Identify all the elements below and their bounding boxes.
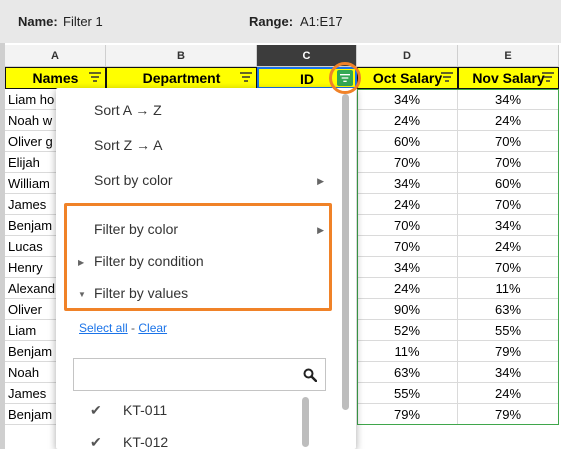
- filter-icon[interactable]: [89, 72, 101, 82]
- header-label: Nov Salary: [472, 70, 545, 86]
- filter-range-value[interactable]: A1:E17: [300, 14, 343, 29]
- filter-icon[interactable]: [441, 72, 453, 82]
- value-item-label[interactable]: KT-012: [123, 434, 168, 449]
- nov-salary-cell[interactable]: 70%: [458, 257, 559, 278]
- oct-salary-cell[interactable]: 34%: [357, 173, 458, 194]
- value-item-label[interactable]: KT-011: [123, 402, 167, 418]
- oct-salary-cell[interactable]: 24%: [357, 194, 458, 215]
- header-cell-department[interactable]: Department: [106, 67, 257, 89]
- submenu-arrow-icon: ▶: [317, 176, 324, 186]
- filter-range-label: Range:: [249, 14, 294, 29]
- nov-salary-cell[interactable]: 70%: [458, 194, 559, 215]
- filter-name-value[interactable]: Filter 1: [63, 14, 103, 29]
- header-cell-nov-salary[interactable]: Nov Salary: [458, 67, 559, 89]
- nov-salary-cell[interactable]: 24%: [458, 110, 559, 131]
- link-separator: -: [127, 321, 139, 335]
- oct-salary-cell[interactable]: 70%: [357, 236, 458, 257]
- header-cell-names[interactable]: Names: [5, 67, 106, 89]
- column-header-b[interactable]: B: [106, 45, 257, 67]
- oct-salary-cell[interactable]: 24%: [357, 110, 458, 131]
- oct-salary-cell[interactable]: 70%: [357, 152, 458, 173]
- filter-view-bar: Name: Filter 1 Range: A1:E17: [0, 0, 561, 43]
- nov-salary-cell[interactable]: 34%: [458, 89, 559, 110]
- oct-salary-cell[interactable]: 63%: [357, 362, 458, 383]
- values-scrollbar-thumb[interactable]: [302, 397, 309, 447]
- nov-salary-cell[interactable]: 70%: [458, 131, 559, 152]
- oct-salary-cell[interactable]: 60%: [357, 131, 458, 152]
- search-icon: [303, 368, 317, 382]
- nov-salary-cell[interactable]: 70%: [458, 152, 559, 173]
- highlight-filter-button: [329, 62, 361, 94]
- nov-salary-cell[interactable]: 63%: [458, 299, 559, 320]
- nov-salary-cell[interactable]: 55%: [458, 320, 559, 341]
- oct-salary-cell[interactable]: 11%: [357, 341, 458, 362]
- oct-salary-cell[interactable]: 34%: [357, 89, 458, 110]
- oct-salary-cell[interactable]: 34%: [357, 257, 458, 278]
- nov-salary-cell[interactable]: 60%: [458, 173, 559, 194]
- highlight-filter-options: [64, 203, 332, 311]
- nov-salary-cell[interactable]: 24%: [458, 236, 559, 257]
- filter-name-label: Name:: [18, 14, 58, 29]
- oct-salary-cell[interactable]: 24%: [357, 278, 458, 299]
- oct-salary-cell[interactable]: 55%: [357, 383, 458, 404]
- filter-icon[interactable]: [240, 72, 252, 82]
- sort-a-z-item[interactable]: Sort A → Z: [94, 102, 162, 118]
- oct-salary-cell[interactable]: 90%: [357, 299, 458, 320]
- column-header-d[interactable]: D: [357, 45, 458, 67]
- header-label: Oct Salary: [372, 70, 443, 86]
- nov-salary-cell[interactable]: 24%: [458, 383, 559, 404]
- nov-salary-cell[interactable]: 11%: [458, 278, 559, 299]
- header-cell-oct-salary[interactable]: Oct Salary: [357, 67, 458, 89]
- clear-link[interactable]: Clear: [138, 321, 167, 335]
- header-label: Names: [32, 70, 79, 86]
- oct-salary-cell[interactable]: 70%: [357, 215, 458, 236]
- nov-salary-cell[interactable]: 79%: [458, 404, 559, 425]
- nov-salary-cell[interactable]: 79%: [458, 341, 559, 362]
- nov-salary-cell[interactable]: 34%: [458, 362, 559, 383]
- column-header-e[interactable]: E: [458, 45, 559, 67]
- filter-icon[interactable]: [542, 72, 554, 82]
- header-label: ID: [300, 71, 314, 87]
- sort-by-color-item[interactable]: Sort by color: [94, 172, 173, 188]
- nov-salary-cell[interactable]: 34%: [458, 215, 559, 236]
- select-clear-links: Select all - Clear: [79, 319, 167, 337]
- check-icon[interactable]: ✔: [90, 434, 102, 449]
- select-all-link[interactable]: Select all: [79, 321, 128, 335]
- header-label: Department: [142, 70, 221, 86]
- menu-scrollbar-thumb[interactable]: [342, 94, 349, 410]
- oct-salary-cell[interactable]: 79%: [357, 404, 458, 425]
- column-header-a[interactable]: A: [5, 45, 106, 67]
- check-icon[interactable]: ✔: [90, 402, 102, 419]
- oct-salary-cell[interactable]: 52%: [357, 320, 458, 341]
- sort-z-a-item[interactable]: Sort Z → A: [94, 137, 162, 153]
- values-search-input[interactable]: [73, 358, 326, 391]
